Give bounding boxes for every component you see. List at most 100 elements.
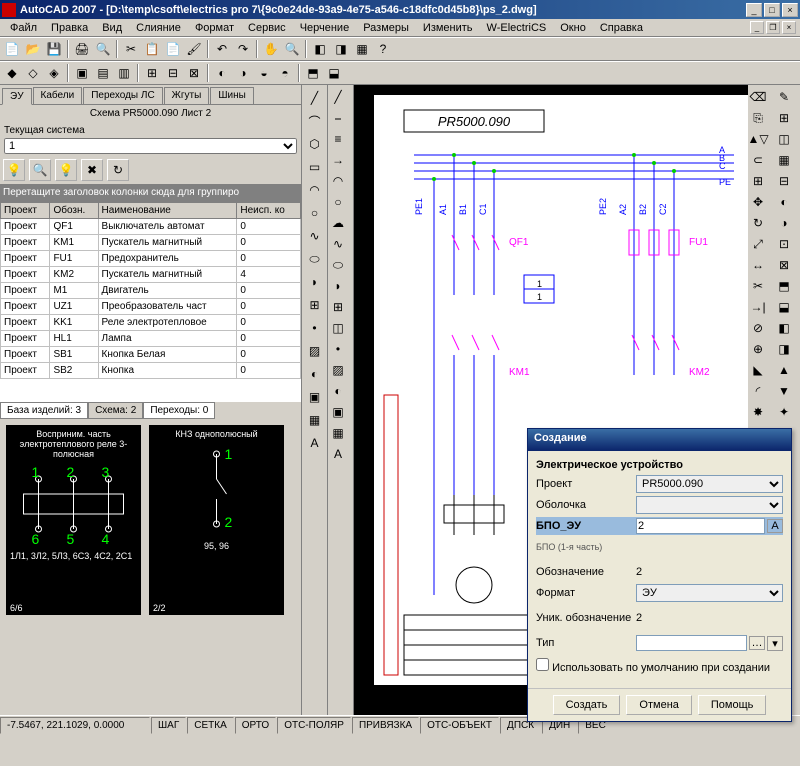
gradient-icon[interactable]: ◐ <box>304 363 326 385</box>
table-row[interactable]: ПроектUZ1Преобразователь част0 <box>1 299 301 315</box>
ell2-icon[interactable]: ⬭ <box>328 255 348 275</box>
circle-icon[interactable]: ○ <box>304 202 326 224</box>
zoom-icon[interactable]: 🔍 <box>282 39 302 59</box>
line2-icon[interactable]: ╱ <box>328 87 348 107</box>
pan-icon[interactable]: ✋ <box>261 39 281 59</box>
grid-header[interactable]: Наименование <box>98 203 237 219</box>
grad2-icon[interactable]: ◐ <box>328 381 348 401</box>
undo-icon[interactable]: ↶ <box>212 39 232 59</box>
preview-icon[interactable]: 🔍 <box>93 39 113 59</box>
open-icon[interactable]: 📂 <box>23 39 43 59</box>
grid[interactable]: ПроектОбозн.НаименованиеНеисп. ко Проект… <box>0 202 301 402</box>
rt-f[interactable]: ◐ <box>774 192 794 212</box>
menu-help[interactable]: Справка <box>594 21 649 35</box>
menu-merge[interactable]: Слияние <box>130 21 187 35</box>
arc2-icon[interactable]: ◠ <box>328 171 348 191</box>
tb2-h[interactable]: ⊟ <box>163 63 183 83</box>
table-row[interactable]: ПроектFU1Предохранитель0 <box>1 251 301 267</box>
match-icon[interactable]: 🖌 <box>184 39 204 59</box>
menu-file[interactable]: Файл <box>4 21 43 35</box>
offset-icon[interactable]: ⊂ <box>748 150 768 170</box>
tb2-l[interactable]: ◒ <box>254 63 274 83</box>
polygon-icon[interactable]: ⬡ <box>304 133 326 155</box>
mode-grid[interactable]: СЕТКА <box>187 717 234 734</box>
table-row[interactable]: ПроектQF1Выключатель автомат0 <box>1 219 301 235</box>
text-icon[interactable]: A <box>304 432 326 454</box>
mline-icon[interactable]: ≡ <box>328 129 348 149</box>
earc2-icon[interactable]: ◗ <box>328 276 348 296</box>
tb2-b[interactable]: ◇ <box>23 63 43 83</box>
type-dropdown[interactable]: ▾ <box>767 636 783 651</box>
shell-select[interactable] <box>636 496 783 514</box>
point2-icon[interactable]: • <box>328 339 348 359</box>
tab-transitions[interactable]: Переходы ЛС <box>83 87 162 104</box>
tool-a-icon[interactable]: ◧ <box>310 39 330 59</box>
tool-c-icon[interactable]: ▦ <box>352 39 372 59</box>
cancel-button[interactable]: Отмена <box>626 695 691 715</box>
default-checkbox[interactable] <box>536 658 549 671</box>
tb2-d[interactable]: ▣ <box>72 63 92 83</box>
point-icon[interactable]: • <box>304 317 326 339</box>
create-button[interactable]: Создать <box>553 695 621 715</box>
rotate-icon[interactable]: ↻ <box>748 213 768 233</box>
rt-p[interactable]: ✦ <box>774 402 794 422</box>
copy-icon[interactable]: 📋 <box>142 39 162 59</box>
ray-icon[interactable]: → <box>328 150 348 170</box>
rt-h[interactable]: ⊡ <box>774 234 794 254</box>
table-row[interactable]: ПроектM1Двигатель0 <box>1 283 301 299</box>
table-row[interactable]: ПроектKM1Пускатель магнитный0 <box>1 235 301 251</box>
move-icon[interactable]: ✥ <box>748 192 768 212</box>
copy2-icon[interactable]: ⎘ <box>748 108 768 128</box>
tb2-k[interactable]: ◑ <box>233 63 253 83</box>
tool-b-icon[interactable]: ◨ <box>331 39 351 59</box>
menu-service[interactable]: Сервис <box>242 21 292 35</box>
tb2-a[interactable]: ◆ <box>2 63 22 83</box>
table-row[interactable]: ПроектKK1Реле электротепловое0 <box>1 315 301 331</box>
rt-j[interactable]: ⬒ <box>774 276 794 296</box>
menu-dims[interactable]: Размеры <box>357 21 415 35</box>
tb2-g[interactable]: ⊞ <box>142 63 162 83</box>
trim-icon[interactable]: ✂ <box>748 276 768 296</box>
doc-close[interactable]: × <box>782 21 796 34</box>
print-icon[interactable]: 🖨 <box>72 39 92 59</box>
rt-d[interactable]: ▦ <box>774 150 794 170</box>
mode-polar[interactable]: ОТС-ПОЛЯР <box>277 717 351 734</box>
redo-icon[interactable]: ↷ <box>233 39 253 59</box>
tab-eu[interactable]: ЭУ <box>2 88 32 105</box>
minimize-button[interactable]: _ <box>746 3 762 17</box>
hatch-icon[interactable]: ▨ <box>304 340 326 362</box>
table-row[interactable]: ПроектSB2Кнопка0 <box>1 363 301 379</box>
tab-cables[interactable]: Кабели <box>33 87 83 104</box>
bpo-picker[interactable]: A <box>767 519 783 533</box>
rt-b[interactable]: ⊞ <box>774 108 794 128</box>
chamfer-icon[interactable]: ◣ <box>748 360 768 380</box>
maximize-button[interactable]: □ <box>764 3 780 17</box>
lp-bulb-add-icon[interactable]: 💡 <box>3 159 25 181</box>
mode-ortho[interactable]: ОРТО <box>235 717 276 734</box>
tab-buses[interactable]: Шины <box>210 87 253 104</box>
btab-base[interactable]: База изделий: 3 <box>0 402 88 419</box>
spline-icon[interactable]: ∿ <box>304 225 326 247</box>
cline-icon[interactable]: ⎯ <box>328 108 348 128</box>
btab-scheme[interactable]: Схема: 2 <box>88 402 143 419</box>
menu-format[interactable]: Формат <box>189 21 240 35</box>
type-browse[interactable]: … <box>749 636 765 650</box>
rt-m[interactable]: ◨ <box>774 339 794 359</box>
spline2-icon[interactable]: ∿ <box>328 234 348 254</box>
rt-o[interactable]: ▼ <box>774 381 794 401</box>
default-checkbox-label[interactable]: Использовать по умолчанию при создании <box>536 662 770 674</box>
grid-header[interactable]: Проект <box>1 203 50 219</box>
tb2-o[interactable]: ⬓ <box>324 63 344 83</box>
rt-i[interactable]: ⊠ <box>774 255 794 275</box>
new-icon[interactable]: 📄 <box>2 39 22 59</box>
bpo-input[interactable] <box>636 518 765 534</box>
cut-icon[interactable]: ✂ <box>121 39 141 59</box>
menu-welectrics[interactable]: W-ElectriCS <box>481 21 553 35</box>
rt-g[interactable]: ◑ <box>774 213 794 233</box>
preview-1[interactable]: Восприним. часть электротеплового реле 3… <box>6 425 141 615</box>
help-button[interactable]: Помощь <box>698 695 767 715</box>
lp-bulb-delete-icon[interactable]: ✖ <box>81 159 103 181</box>
arc-icon[interactable]: ◠ <box>304 179 326 201</box>
stretch-icon[interactable]: ↔ <box>748 255 768 275</box>
grid-header[interactable]: Неисп. ко <box>237 203 301 219</box>
